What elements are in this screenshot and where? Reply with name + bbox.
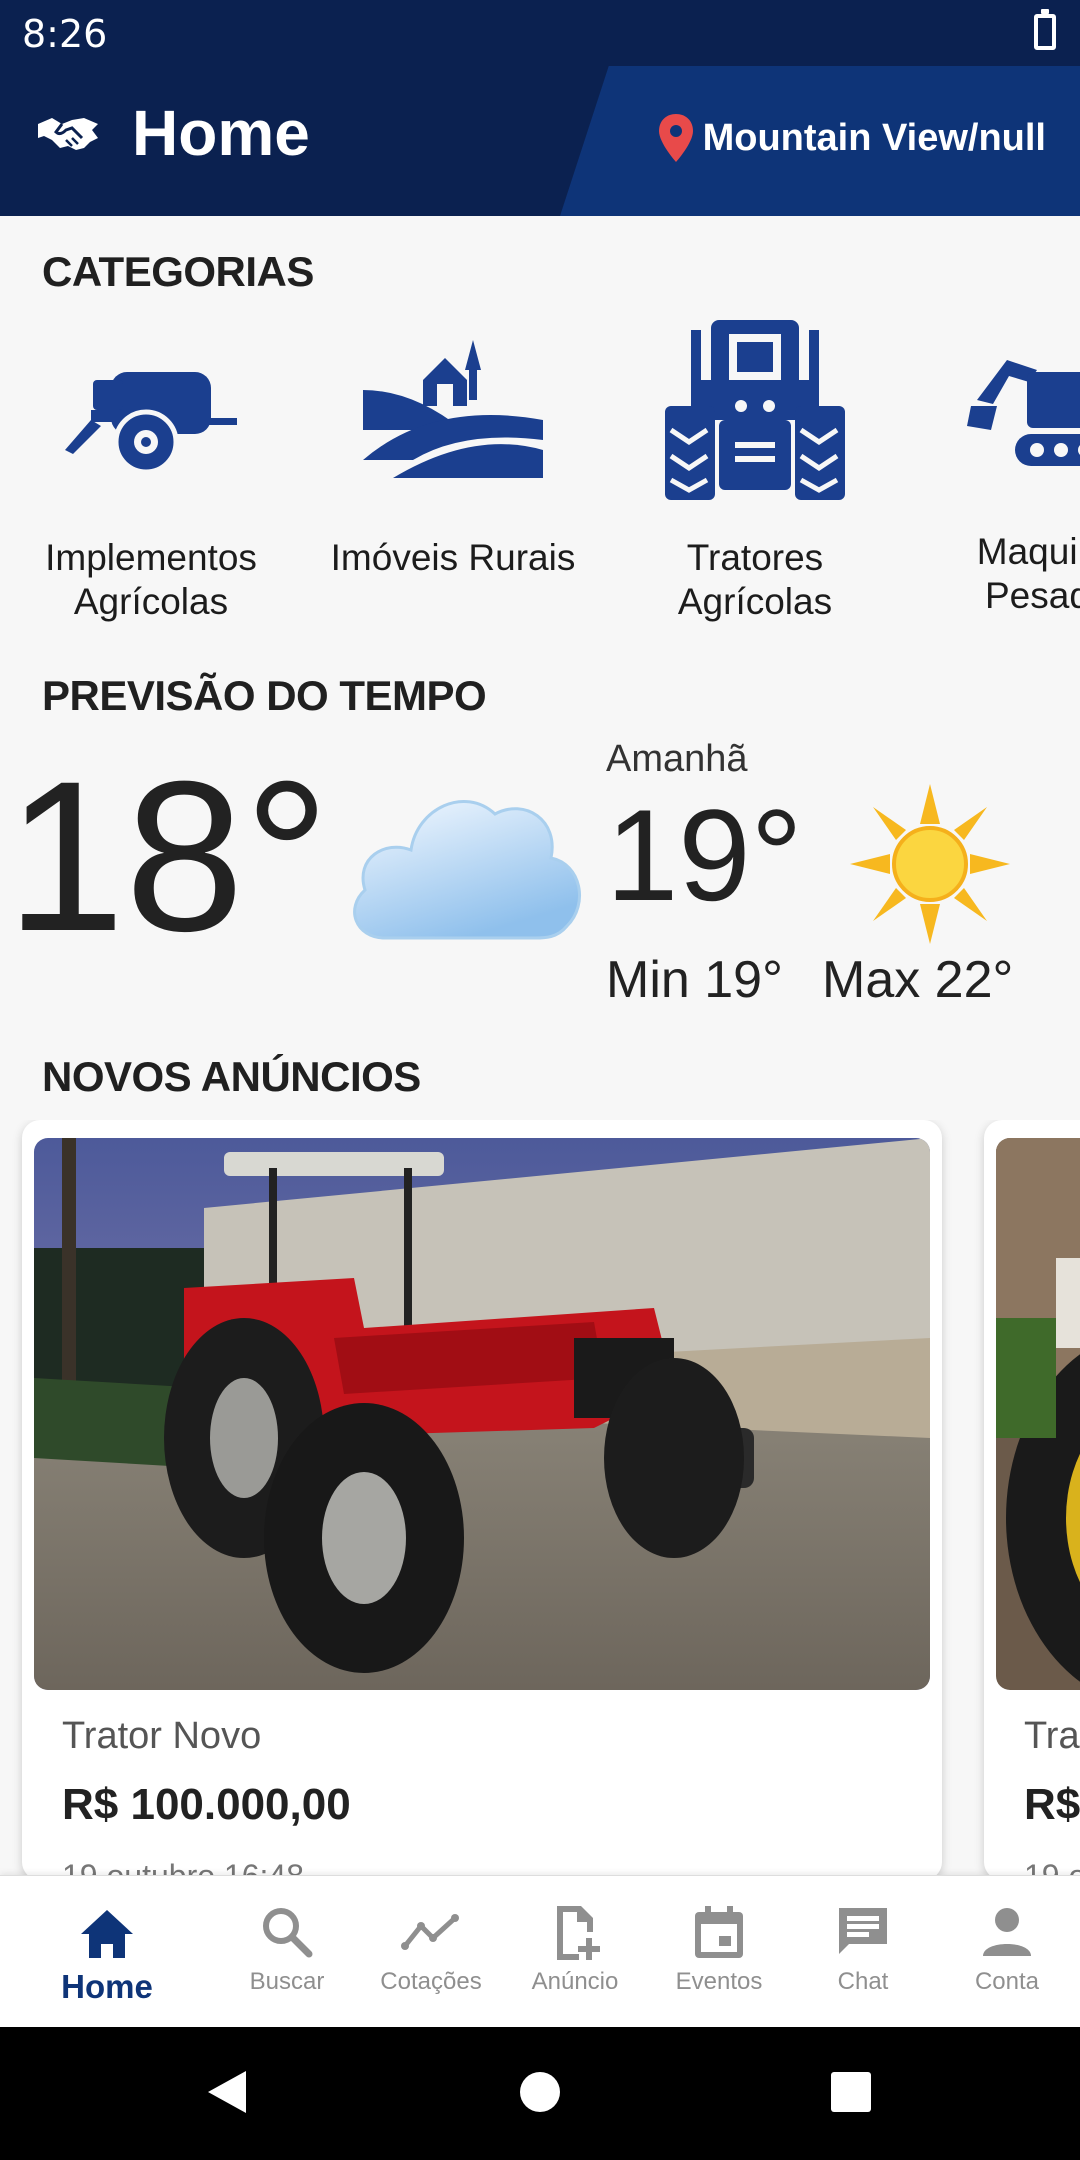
rural-property-icon (363, 340, 543, 478)
battery-icon (1034, 9, 1056, 50)
listing-card[interactable]: Trator R$ 19 o (984, 1120, 1080, 1875)
bottom-navigation: Home Buscar Cotações Anúncio Eventos Cha… (0, 1875, 1080, 2027)
categories-title: CATEGORIAS (42, 248, 314, 295)
cloud-icon (353, 800, 581, 940)
nav-label: Conta (974, 1968, 1040, 1995)
nav-label: Home (61, 1968, 153, 2005)
chat-icon (839, 1908, 887, 1954)
category-label: Imóveis Rurais (330, 537, 576, 578)
listing-card[interactable]: Trator Novo R$ 100.000,00 19 outubro 16:… (22, 1120, 942, 1875)
category-imoveis[interactable]: Imóveis Rurais (313, 310, 593, 624)
listing-price: R$ (1024, 1780, 1080, 1829)
home-icon (81, 1910, 133, 1958)
recents-icon[interactable] (829, 2067, 873, 2117)
listing-date: 19 outubro 16:48 (62, 1858, 304, 1875)
home-button-icon[interactable] (518, 2067, 562, 2117)
nav-label: Cotações (380, 1968, 482, 1995)
listing-date: 19 o (1024, 1858, 1080, 1875)
category-label: Tratores Agrícolas (677, 537, 833, 622)
tomorrow-temperature: 19° (606, 782, 803, 928)
nav-conta[interactable]: Conta (935, 1876, 1079, 2028)
nav-anuncio[interactable]: Anúncio (503, 1876, 647, 2028)
nav-label: Buscar (249, 1968, 325, 1995)
location-selector[interactable]: Mountain View/null (658, 114, 1046, 162)
status-time: 8:26 (22, 12, 108, 56)
nav-buscar[interactable]: Buscar (215, 1876, 359, 2028)
category-maquinas[interactable]: Maquinas Pesadas (917, 310, 1080, 618)
listings-title: NOVOS ANÚNCIOS (42, 1053, 421, 1100)
status-bar: 8:26 (0, 0, 1080, 66)
location-pin-icon (658, 114, 693, 162)
category-label: Maquinas Pesadas (976, 531, 1080, 616)
tractor-photo (34, 1138, 930, 1690)
nav-label: Chat (837, 1968, 889, 1995)
tractor-photo (996, 1138, 1080, 1690)
categories-list: Implementos Agrícolas Imóveis Rurais Tra… (0, 310, 1080, 640)
calendar-icon (695, 1906, 743, 1958)
handshake-icon (38, 118, 98, 150)
listing-title: Trator Novo (62, 1715, 262, 1757)
search-icon (263, 1908, 313, 1958)
category-tratores[interactable]: Tratores Agrícolas (615, 310, 895, 624)
app-bar: Home Mountain View/null (0, 66, 1080, 216)
back-icon[interactable] (204, 2067, 250, 2117)
nav-eventos[interactable]: Eventos (647, 1876, 791, 2028)
chart-line-icon (401, 1914, 459, 1950)
max-temperature: Max 22° (822, 951, 1014, 1009)
listing-title: Trator (1024, 1715, 1080, 1757)
tomorrow-label: Amanhã (606, 738, 748, 780)
min-temperature: Min 19° (606, 951, 783, 1009)
weather-title: PREVISÃO DO TEMPO (42, 672, 487, 719)
excavator-icon (967, 360, 1080, 466)
listings-carousel[interactable]: Trator Novo R$ 100.000,00 19 outubro 16:… (0, 1120, 1080, 1875)
nav-label: Eventos (675, 1968, 763, 1995)
listing-price: R$ 100.000,00 (62, 1780, 351, 1829)
nav-cotacoes[interactable]: Cotações (359, 1876, 503, 2028)
current-temperature: 18° (6, 737, 330, 976)
page-title: Home (132, 97, 310, 169)
system-navigation-bar (0, 2027, 1080, 2160)
category-implementos[interactable]: Implementos Agrícolas (11, 310, 291, 624)
category-label: Implementos Agrícolas (45, 537, 257, 622)
tractor-icon (665, 320, 845, 500)
sun-icon (850, 784, 1010, 944)
nav-chat[interactable]: Chat (791, 1876, 935, 2028)
account-icon (983, 1908, 1031, 1956)
location-label: Mountain View/null (702, 116, 1046, 159)
farm-implement-icon (65, 372, 237, 475)
nav-label: Anúncio (531, 1968, 619, 1995)
add-document-icon (557, 1906, 600, 1960)
nav-home[interactable]: Home (35, 1876, 179, 2028)
